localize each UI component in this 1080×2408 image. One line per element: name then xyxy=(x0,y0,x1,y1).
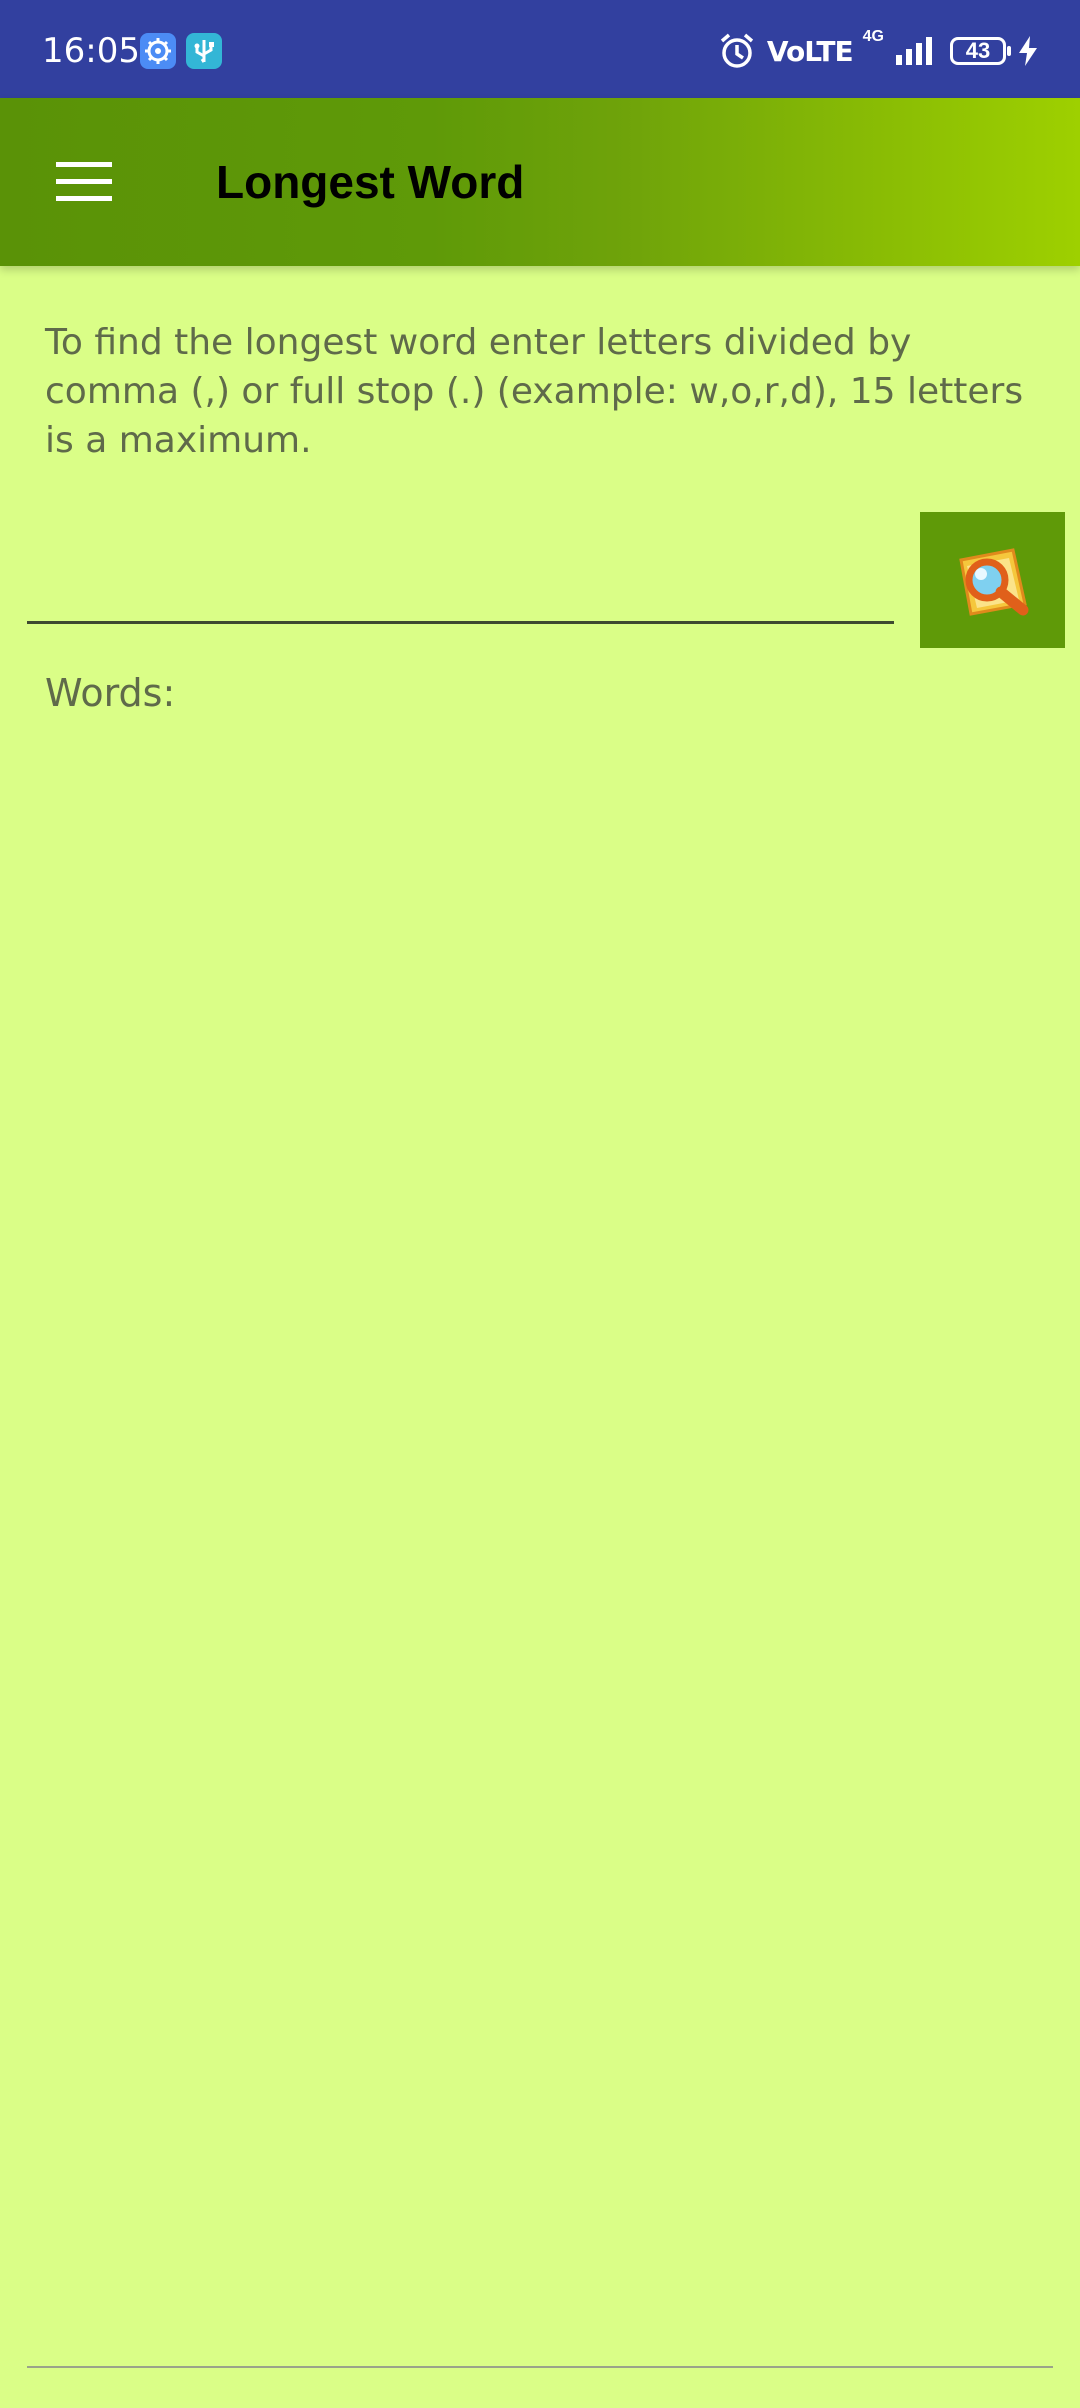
status-icons: VoLTE 4G 43 xyxy=(717,28,1040,74)
hamburger-menu-icon[interactable] xyxy=(40,150,130,214)
status-time: 16:05 xyxy=(42,31,140,71)
usb-notification-icon xyxy=(186,33,222,69)
volte-label: VoLTE xyxy=(766,34,854,68)
status-bar: 16:05 VoLTE 4G 43 xyxy=(0,0,1080,98)
instructions-text: To find the longest word enter letters d… xyxy=(45,322,1024,461)
settings-notification-icon xyxy=(140,33,176,69)
app-bar: Longest Word xyxy=(0,98,1080,266)
battery-level: 43 xyxy=(965,38,991,63)
network-type-label: 4G xyxy=(862,28,884,45)
charging-icon xyxy=(1019,36,1037,66)
words-label: Words: xyxy=(45,671,176,715)
alarm-icon xyxy=(720,33,753,68)
battery-icon: 43 xyxy=(950,37,1011,65)
bottom-divider xyxy=(27,2366,1053,2368)
letters-input-field[interactable] xyxy=(27,520,894,624)
signal-icon xyxy=(896,37,932,65)
page-title: Longest Word xyxy=(216,156,525,208)
search-button[interactable] xyxy=(920,512,1065,648)
magnifier-search-icon xyxy=(958,548,1028,616)
letters-input[interactable] xyxy=(27,520,894,621)
